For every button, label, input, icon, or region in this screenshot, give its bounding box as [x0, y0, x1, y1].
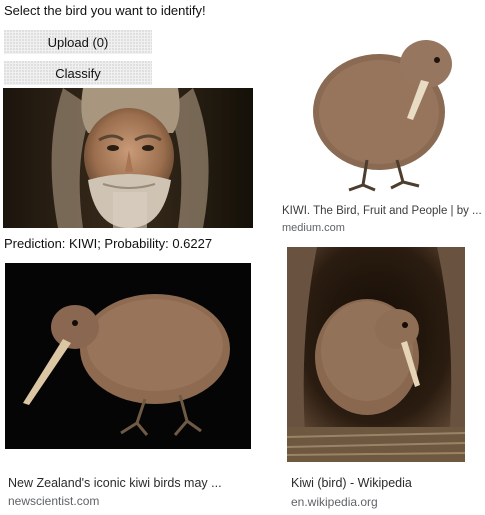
classify-button[interactable]: Classify	[4, 61, 152, 85]
upload-button[interactable]: Upload (0)	[4, 30, 152, 54]
result-title-1[interactable]: KIWI. The Bird, Fruit and People | by ..…	[282, 205, 482, 217]
prediction-text: Prediction: KIWI; Probability: 0.6227	[4, 236, 213, 251]
result-source-1: medium.com	[282, 222, 345, 234]
result-source-3: en.wikipedia.org	[291, 495, 378, 509]
uploaded-photo	[3, 88, 253, 228]
app-title: Select the bird you want to identify!	[4, 3, 206, 18]
result-image-1[interactable]	[279, 20, 472, 195]
result-image-2[interactable]	[5, 263, 251, 449]
result-source-2: newscientist.com	[8, 494, 100, 508]
result-title-2[interactable]: New Zealand's iconic kiwi birds may ...	[8, 476, 222, 490]
result-title-3[interactable]: Kiwi (bird) - Wikipedia	[291, 476, 412, 490]
result-image-3[interactable]	[287, 247, 465, 462]
